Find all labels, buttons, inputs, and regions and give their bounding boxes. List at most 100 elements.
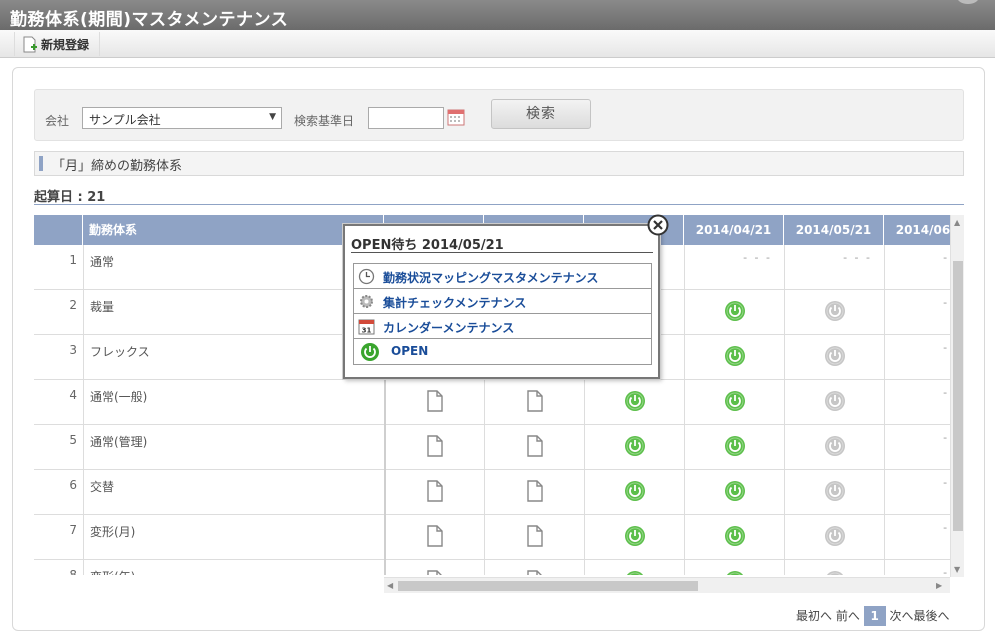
document-icon[interactable] xyxy=(425,390,445,412)
period-cell[interactable] xyxy=(484,470,584,515)
period-cell[interactable] xyxy=(784,290,884,335)
period-cell[interactable] xyxy=(684,515,784,560)
power-off-icon[interactable] xyxy=(824,570,844,575)
period-cell[interactable] xyxy=(584,470,684,515)
period-cell[interactable] xyxy=(384,515,484,560)
power-off-icon[interactable] xyxy=(824,390,845,412)
vertical-scroll-thumb[interactable] xyxy=(953,261,963,531)
power-on-icon[interactable] xyxy=(624,570,644,575)
company-select-value: サンプル会社 xyxy=(89,113,161,127)
power-on-icon[interactable] xyxy=(624,525,645,547)
scroll-right-icon[interactable]: ▶ xyxy=(936,581,942,590)
power-off-icon[interactable] xyxy=(824,435,845,457)
document-icon[interactable] xyxy=(525,390,545,412)
document-icon[interactable] xyxy=(425,525,445,547)
vertical-scrollbar[interactable]: ▲ ▼ xyxy=(950,215,964,577)
power-on-icon[interactable] xyxy=(724,345,745,367)
period-cell: - - - xyxy=(884,515,950,560)
period-cell[interactable] xyxy=(684,560,784,575)
period-cell[interactable] xyxy=(784,380,884,425)
period-cell[interactable] xyxy=(784,560,884,575)
work-pattern-name: 変形(年) xyxy=(83,560,384,575)
period-cell[interactable] xyxy=(684,470,784,515)
power-on-icon[interactable] xyxy=(724,525,745,547)
power-on-icon[interactable] xyxy=(624,435,645,457)
new-register-button[interactable]: 新規登録 xyxy=(14,32,101,56)
period-cell[interactable] xyxy=(784,515,884,560)
horizontal-scroll-thumb[interactable] xyxy=(398,581,698,591)
scroll-down-icon[interactable]: ▼ xyxy=(954,565,960,574)
empty-marker: - - - xyxy=(943,386,950,399)
power-on-icon[interactable] xyxy=(624,390,645,412)
table-row: 5 通常(管理) - - - xyxy=(34,425,950,470)
pager-next[interactable]: 次へ xyxy=(890,609,914,623)
period-cell[interactable] xyxy=(384,470,484,515)
popup-item-label: 集計チェックメンテナンス xyxy=(383,296,527,310)
search-button[interactable]: 検索 xyxy=(491,99,591,129)
power-off-icon[interactable] xyxy=(824,525,845,547)
power-on-icon[interactable] xyxy=(724,435,745,457)
popup-item-label: カレンダーメンテナンス xyxy=(383,321,515,335)
popup-item-mapping[interactable]: 勤務状況マッピングマスタメンテナンス xyxy=(354,264,651,289)
popup-item-open[interactable]: OPEN xyxy=(354,339,651,364)
calendar-icon[interactable] xyxy=(447,108,465,126)
period-cell: - - - xyxy=(884,290,950,335)
pager-last[interactable]: 最後へ xyxy=(914,609,950,623)
pager-prev[interactable]: 前へ xyxy=(836,609,860,623)
empty-marker: - - - xyxy=(943,566,950,575)
document-icon[interactable] xyxy=(525,525,545,547)
period-cell[interactable] xyxy=(484,380,584,425)
power-off-icon[interactable] xyxy=(824,480,845,502)
period-cell[interactable] xyxy=(784,425,884,470)
header-date-cell: 2014/05/21 xyxy=(784,215,884,245)
period-cell[interactable] xyxy=(484,425,584,470)
power-off-icon[interactable] xyxy=(824,345,845,367)
document-icon[interactable] xyxy=(525,480,545,502)
period-cell[interactable] xyxy=(684,380,784,425)
period-cell[interactable] xyxy=(784,470,884,515)
period-cell[interactable] xyxy=(584,515,684,560)
period-cell[interactable] xyxy=(684,335,784,380)
period-cell[interactable] xyxy=(384,560,484,575)
scroll-up-icon[interactable]: ▲ xyxy=(954,218,960,227)
base-date-input[interactable] xyxy=(368,107,444,129)
power-off-icon[interactable] xyxy=(824,300,845,322)
header-name-cell: 勤務体系 xyxy=(83,215,384,245)
company-select[interactable]: サンプル会社 ▼ xyxy=(82,107,282,129)
close-icon[interactable] xyxy=(647,214,669,236)
pager-first[interactable]: 最初へ xyxy=(796,609,832,623)
power-on-icon[interactable] xyxy=(624,480,645,502)
dropdown-arrow-icon: ▼ xyxy=(269,112,276,122)
period-cell[interactable] xyxy=(484,515,584,560)
popup-item-aggregate-check[interactable]: 集計チェックメンテナンス xyxy=(354,289,651,314)
popup-item-calendar[interactable]: 31 カレンダーメンテナンス xyxy=(354,314,651,339)
period-cell[interactable] xyxy=(784,335,884,380)
period-cell[interactable] xyxy=(584,425,684,470)
document-icon[interactable] xyxy=(525,435,545,457)
period-cell[interactable] xyxy=(384,425,484,470)
page-title: 勤務体系(期間)マスタメンテナンス xyxy=(10,10,289,30)
horizontal-scrollbar[interactable]: ◀ ▶ xyxy=(384,577,950,593)
period-cell: - - - xyxy=(884,425,950,470)
period-cell[interactable] xyxy=(484,560,584,575)
document-icon[interactable] xyxy=(425,570,445,575)
pager-current-page[interactable]: 1 xyxy=(863,606,886,626)
power-on-icon[interactable] xyxy=(724,300,745,322)
section-title: 「月」締めの勤務体系 xyxy=(52,159,183,174)
header-date-cell: 2014/06/21 xyxy=(884,215,950,245)
period-cell[interactable] xyxy=(584,380,684,425)
period-cell[interactable] xyxy=(384,380,484,425)
period-cell[interactable] xyxy=(684,425,784,470)
start-day-label: 起算日 : 21 xyxy=(34,190,106,205)
power-on-icon[interactable] xyxy=(724,390,745,412)
power-on-icon[interactable] xyxy=(724,570,744,575)
document-icon[interactable] xyxy=(525,570,545,575)
period-cell[interactable] xyxy=(584,560,684,575)
document-icon[interactable] xyxy=(425,480,445,502)
empty-marker: - - - xyxy=(943,521,950,534)
period-cell[interactable] xyxy=(684,290,784,335)
document-icon[interactable] xyxy=(425,435,445,457)
power-on-icon[interactable] xyxy=(724,480,745,502)
row-number: 8 xyxy=(69,568,77,575)
scroll-left-icon[interactable]: ◀ xyxy=(387,581,393,590)
